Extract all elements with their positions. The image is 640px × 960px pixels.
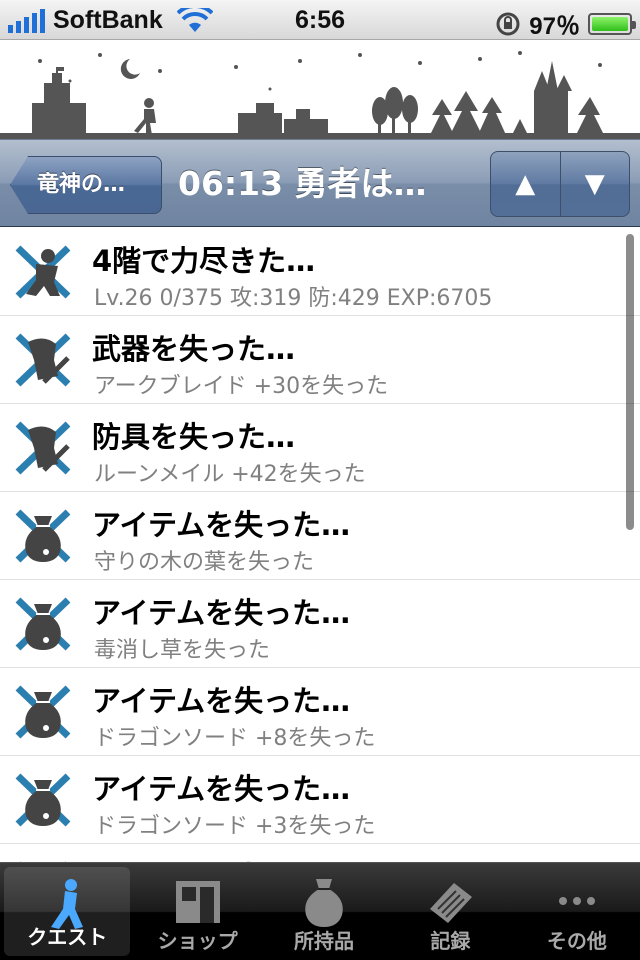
navigation-bar: 竜神の… 06:13 勇者は… ▲ ▼ [0,139,640,227]
previous-button[interactable]: ▲ [491,152,560,216]
up-arrow-icon: ▲ [515,169,536,199]
scrollbar[interactable] [626,234,634,530]
notes-icon [430,883,473,923]
down-arrow-icon: ▼ [584,169,605,199]
tab-label: その他 [546,929,607,953]
item-title: アイテムを失った… [92,596,351,630]
list-item[interactable]: 防具を失った… ルーンメイル +42を失った [0,404,640,492]
scenery-banner [0,41,640,139]
status-right: 97％ [495,6,636,41]
list-item[interactable]: アイテムを失った… 毒消し草を失った [0,580,640,668]
back-button[interactable]: 竜神の… [10,156,162,214]
item-subtitle: アークブレイド +30を失った [94,374,389,399]
quest-log-list[interactable]: 4階で力尽きた… Lv.26 0/375 攻:319 防:429 EXP:670… [0,228,640,862]
rotation-lock-icon [496,12,520,35]
battery-percent: 97％ [529,13,580,40]
tab-records[interactable]: 記録 [387,863,513,960]
list-item[interactable]: アイテムを失った… ドラゴンソード +3を失った [0,756,640,844]
shop-icon [175,881,220,923]
lost-item-icon [15,509,71,563]
item-title: アイテムを失った… [92,684,351,718]
tab-label: ショップ [157,929,238,953]
item-title: 4階で力尽きた… [92,244,316,278]
bag-icon [305,879,343,927]
tab-quest[interactable]: クエスト [4,867,131,956]
more-icon [558,897,595,905]
lost-weapon-icon [15,333,71,387]
tab-shop[interactable]: ショップ [134,863,260,960]
tab-label: クエスト [27,925,108,949]
item-title: アイテムを失った… [92,772,351,806]
tab-bar: クエスト ショップ 所持品 記録 その他 [0,862,640,960]
tab-more[interactable]: その他 [514,863,640,960]
item-subtitle: 毒消し草を失った [94,638,271,663]
page-title: 06:13 勇者は… [178,164,427,203]
prev-next-segmented-control: ▲ ▼ [490,151,630,217]
status-bar: SoftBank 6:56 97％ [0,0,640,40]
fallen-hero-icon [15,245,71,299]
tab-label: 所持品 [294,929,355,953]
item-subtitle: Lv.26 0/375 攻:319 防:429 EXP:6705 [94,286,493,311]
item-title: アイテムを失った… [92,854,350,862]
list-item[interactable]: 4階で力尽きた… Lv.26 0/375 攻:319 防:429 EXP:670… [0,228,640,316]
list-item[interactable]: アイテムを失った… [0,844,640,862]
battery-icon [588,12,636,35]
list-item[interactable]: アイテムを失った… ドラゴンソード +8を失った [0,668,640,756]
item-title: 防具を失った… [92,420,296,454]
scenery-silhouette [0,51,640,139]
lost-item-icon [15,773,71,827]
item-subtitle: 守りの木の葉を失った [94,550,315,575]
lost-item-icon [15,685,71,739]
item-subtitle: ドラゴンソード +8を失った [94,726,376,751]
tab-inventory[interactable]: 所持品 [261,863,387,960]
item-title: アイテムを失った… [92,508,351,542]
lost-item-icon [15,597,71,651]
next-button[interactable]: ▼ [559,152,630,216]
list-item[interactable]: 武器を失った… アークブレイド +30を失った [0,316,640,404]
item-title: 武器を失った… [92,332,296,366]
lost-armor-icon [15,421,71,475]
item-subtitle: ドラゴンソード +3を失った [94,814,376,839]
tab-label: 記録 [430,929,471,953]
list-item[interactable]: アイテムを失った… 守りの木の葉を失った [0,492,640,580]
item-subtitle: ルーンメイル +42を失った [94,462,366,487]
